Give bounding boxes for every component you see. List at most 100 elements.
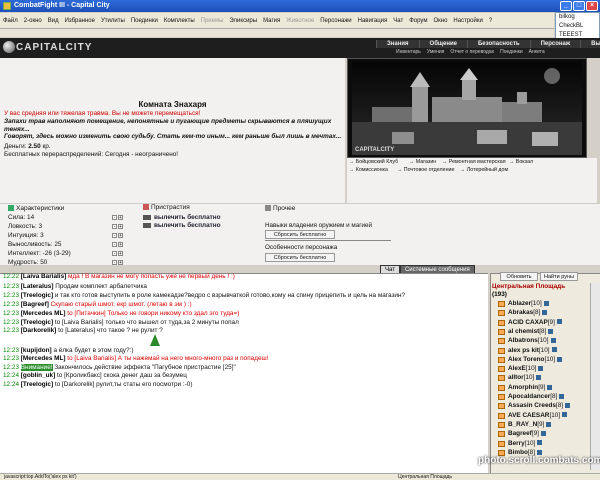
menu-chat[interactable]: Чат	[393, 18, 403, 24]
user-list-item[interactable]: AlexE[10]	[498, 365, 544, 373]
minus-button[interactable]: -	[112, 215, 117, 221]
reset-features-button[interactable]: Сбросить бесплатно	[265, 253, 335, 262]
menu-magic[interactable]: Магия	[263, 18, 280, 24]
link-commission[interactable]: → Комиссионка	[349, 167, 388, 173]
plus-button[interactable]: +	[118, 260, 123, 266]
private-message-icon[interactable]	[498, 301, 505, 307]
link-shop[interactable]: → Магазин	[409, 159, 436, 165]
close-button[interactable]: ×	[586, 1, 598, 11]
user-list-item[interactable]: alex ps kit[10]	[498, 347, 557, 354]
city-picture[interactable]	[352, 62, 582, 155]
plus-button[interactable]: +	[118, 224, 123, 230]
cure-addiction-link[interactable]: вылечить бесплатно	[143, 222, 221, 229]
chat-nick[interactable]: [kupijdon]	[21, 347, 52, 354]
tab-security[interactable]: Безопасность	[466, 40, 530, 48]
private-message-icon[interactable]	[498, 384, 505, 391]
menu-sets[interactable]: Комплекты	[164, 18, 195, 24]
subtab-skills[interactable]: Умения	[424, 49, 447, 55]
find-runes-button[interactable]: Найти руны	[540, 272, 578, 281]
maximize-button[interactable]: □	[573, 1, 585, 11]
userlist-scrollbar[interactable]	[590, 283, 600, 470]
link-post[interactable]: → Почтовое отделение	[397, 167, 454, 173]
menu-view[interactable]: Вид	[48, 18, 59, 24]
plus-button[interactable]: +	[118, 251, 123, 257]
minus-button[interactable]: -	[112, 260, 117, 266]
user-list-item[interactable]: B_RAY_N[9]	[498, 421, 552, 428]
user-list-item[interactable]: ACID CAXAP[9]	[498, 319, 562, 326]
menu-help[interactable]: ?	[489, 18, 492, 24]
character-item[interactable]: CheckBL	[556, 22, 599, 31]
private-message-icon[interactable]	[498, 375, 505, 382]
link-station[interactable]: → Вокзал	[509, 159, 533, 165]
chat-nick[interactable]: [Mercedes ML]	[21, 355, 66, 362]
user-list-item[interactable]: AVE CAESAR[10]	[498, 412, 568, 419]
subtab-transfers[interactable]: Отчет о переводах	[447, 49, 497, 55]
tab-knowledge[interactable]: Знания	[376, 40, 419, 48]
user-list-item[interactable]: Apocaldancer[8]	[498, 393, 565, 400]
subtab-inventory[interactable]: Инвентарь	[393, 49, 424, 55]
private-message-icon[interactable]	[498, 366, 505, 373]
user-list-item[interactable]: Ablazer[10]	[498, 300, 549, 307]
private-message-icon[interactable]	[498, 431, 505, 438]
menu-fights[interactable]: Поединки	[131, 18, 158, 24]
character-item[interactable]: bilkog	[556, 13, 599, 22]
subtab-profile[interactable]: Анкета	[526, 49, 548, 55]
private-message-icon[interactable]	[498, 338, 505, 345]
plus-button[interactable]: +	[118, 233, 123, 239]
chat-nick[interactable]: [Treelogic]	[21, 319, 53, 326]
private-message-icon[interactable]	[498, 310, 505, 317]
other-header[interactable]: Прочее	[265, 205, 295, 212]
menu-navigation[interactable]: Навигация	[358, 18, 388, 24]
tab-character[interactable]: Персонаж	[529, 40, 581, 48]
menu-settings[interactable]: Настройки	[453, 18, 482, 24]
private-message-icon[interactable]	[498, 403, 505, 410]
user-list-item[interactable]: Assasin Creeds[8]	[498, 402, 571, 410]
plus-button[interactable]: +	[118, 215, 123, 221]
link-repair[interactable]: → Ремонтная мастерская	[442, 159, 506, 165]
refresh-button[interactable]: Обновить	[500, 272, 538, 281]
menu-characters[interactable]: Персонажи	[320, 18, 351, 24]
minus-button[interactable]: -	[112, 251, 117, 257]
tab-exit[interactable]: Выход	[580, 40, 600, 48]
subtab-fights[interactable]: Поединки	[497, 49, 526, 55]
chat-nick[interactable]: [Laiva Barialis]	[21, 273, 66, 280]
user-list-item[interactable]: Albatrons[10]	[498, 337, 556, 345]
chat-nick[interactable]: [Darkorelik]	[21, 327, 57, 334]
chat-nick[interactable]: [Treelogic]	[21, 292, 53, 299]
private-message-icon[interactable]	[498, 412, 505, 419]
menu-2window[interactable]: 2-окно	[24, 18, 42, 24]
minus-button[interactable]: -	[112, 233, 117, 239]
stats-header[interactable]: Характеристики	[8, 205, 64, 212]
user-list-item[interactable]: Berry[10]	[498, 440, 543, 447]
addictions-header[interactable]: Пристрастия	[143, 204, 190, 211]
menu-favorites[interactable]: Избранное	[65, 18, 95, 24]
user-list-item[interactable]: al chemist[8]	[498, 328, 554, 335]
link-lottery[interactable]: → Лотерейный дом	[460, 167, 508, 173]
reset-skills-button[interactable]: Сбросить бесплатно	[265, 230, 335, 239]
private-message-icon[interactable]	[498, 356, 505, 363]
user-list-item[interactable]: Amorphin[9]	[498, 384, 553, 391]
user-list-item[interactable]: alltor[10]	[498, 374, 542, 382]
private-message-icon[interactable]	[498, 440, 505, 447]
user-list-item[interactable]: Abrakas[8]	[498, 309, 548, 317]
tab-communication[interactable]: Общение	[418, 40, 467, 48]
menu-file[interactable]: Файл	[3, 18, 18, 24]
user-list-item[interactable]: Alex Toreno[10]	[498, 356, 563, 363]
menu-window[interactable]: Окно	[433, 18, 447, 24]
private-message-icon[interactable]	[498, 347, 505, 354]
minimize-button[interactable]: _	[560, 1, 572, 11]
menu-utilities[interactable]: Утилиты	[101, 18, 125, 24]
plus-button[interactable]: +	[118, 242, 123, 248]
chat-nick[interactable]: [Treelogic]	[21, 381, 53, 388]
private-message-icon[interactable]	[498, 319, 505, 326]
link-fight-club[interactable]: → Бойцовский Клуб	[349, 159, 398, 165]
menu-elixirs[interactable]: Эликсиры	[229, 18, 257, 24]
chat-nick[interactable]: [Bagreef]	[21, 301, 49, 308]
private-message-icon[interactable]	[498, 394, 505, 400]
minus-button[interactable]: -	[112, 242, 117, 248]
chat-nick[interactable]: [goblin_uk]	[21, 372, 55, 379]
menu-forum[interactable]: Форум	[409, 18, 427, 24]
minus-button[interactable]: -	[112, 224, 117, 230]
chat-nick[interactable]: [Lateralus]	[21, 283, 54, 290]
private-message-icon[interactable]	[498, 421, 505, 428]
